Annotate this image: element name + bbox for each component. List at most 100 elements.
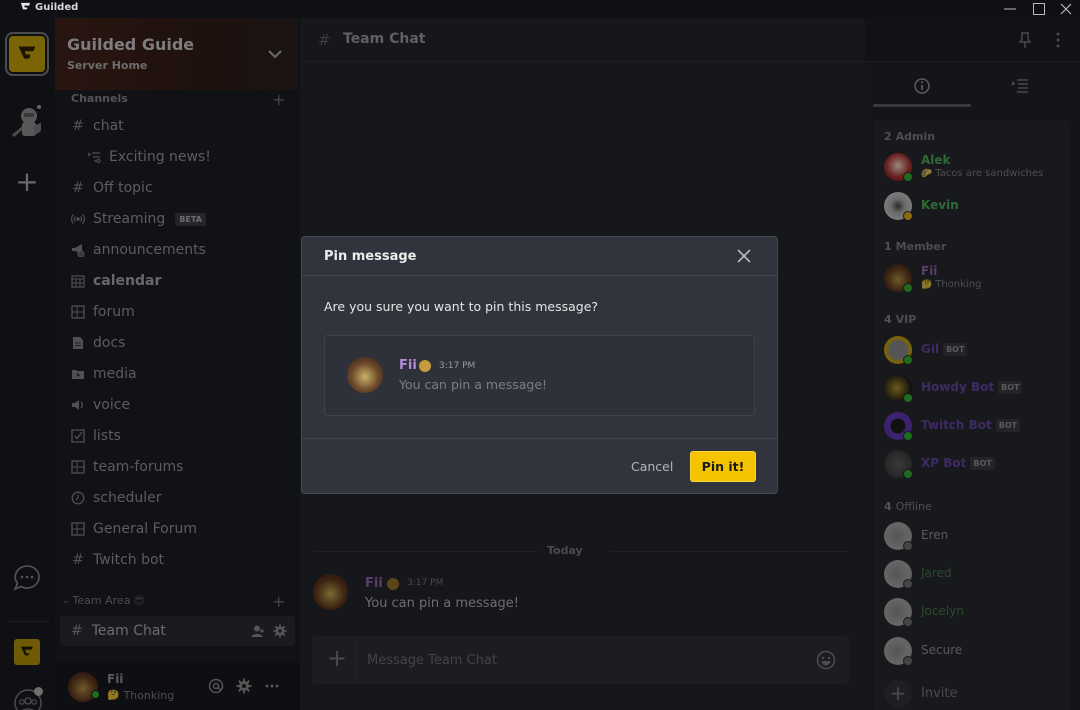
channel-label: forum (93, 304, 135, 320)
channel-team-forums[interactable]: team-forums (71, 456, 183, 478)
hash-icon: # (318, 31, 331, 49)
dialog-title: Pin message (324, 249, 417, 264)
gear-icon[interactable] (273, 624, 287, 638)
pin-it-button[interactable]: Pin it! (690, 451, 756, 482)
group-header-vip: 4 VIP (884, 313, 917, 326)
preview-time: 3:17 PM (439, 361, 476, 371)
guilded-home-button[interactable] (14, 639, 40, 665)
outline-icon[interactable] (1010, 76, 1030, 96)
message-avatar[interactable] (313, 574, 348, 610)
message-author[interactable]: Fii (365, 576, 383, 591)
channel-voice[interactable]: voice (71, 394, 130, 416)
forum-icon (71, 305, 85, 319)
settings-gear-icon[interactable] (236, 678, 252, 694)
message-time: 3:17 PM (407, 578, 444, 588)
beta-badge: BETA (175, 212, 206, 226)
team-area-group[interactable]: ⌄ Team Area 😎 (62, 594, 145, 607)
member-jocelyn[interactable]: Jocelyn (884, 598, 1064, 628)
presence-offline-indicator (903, 579, 913, 589)
member-alek[interactable]: Alek 🌮 Tacos are sandwiches (884, 153, 1064, 183)
direct-messages-button[interactable] (12, 563, 42, 593)
channel-streaming[interactable]: Streaming BETA (71, 208, 206, 230)
add-group-channel-button[interactable]: + (272, 592, 285, 611)
member-xp-bot[interactable]: XP Bot BOT (884, 450, 1064, 480)
message-preview: Fii 3:17 PM You can pin a message! (324, 335, 755, 416)
close-window-button[interactable] (1052, 0, 1080, 18)
channel-twitch-bot[interactable]: # Twitch bot (71, 549, 164, 571)
plus-icon: + (884, 680, 912, 708)
more-horizontal-icon[interactable] (264, 678, 280, 694)
checklist-icon (71, 429, 85, 443)
presence-online-indicator (903, 172, 913, 182)
member-eren[interactable]: Eren (884, 522, 1064, 552)
member-name: Twitch Bot BOT (921, 418, 1021, 432)
attach-plus-icon[interactable]: + (327, 646, 347, 670)
presence-online-indicator (903, 283, 913, 293)
plus-icon: + (272, 592, 286, 611)
member-jared[interactable]: Jared (884, 560, 1064, 590)
hash-icon: # (72, 180, 84, 196)
panel-tabs (873, 62, 1073, 107)
info-icon[interactable] (912, 76, 932, 96)
user-name: Fii (107, 672, 124, 686)
add-member-icon[interactable] (251, 624, 265, 638)
plus-icon: + (15, 165, 39, 198)
status-text: Thonking (123, 689, 175, 702)
more-vertical-icon[interactable] (1053, 32, 1063, 48)
presence-idle-indicator (903, 211, 913, 221)
channel-exciting-news[interactable]: Exciting news! (87, 146, 211, 168)
mention-icon[interactable] (208, 678, 224, 694)
channel-chat[interactable]: # chat (71, 115, 124, 137)
emoji-picker-icon[interactable] (816, 650, 836, 670)
channel-docs[interactable]: docs (71, 332, 125, 354)
add-server-button[interactable]: + (14, 168, 40, 196)
channel-label: docs (93, 335, 126, 351)
chevron-down-icon[interactable] (267, 46, 283, 62)
server-header[interactable]: Guilded Guide Server Home (55, 18, 298, 90)
close-icon[interactable] (736, 248, 752, 264)
channel-forum[interactable]: forum (71, 301, 135, 323)
cancel-button[interactable]: Cancel (631, 459, 673, 474)
bot-badge: BOT (998, 380, 1023, 394)
minimize-button[interactable] (996, 0, 1024, 18)
member-twitch-bot[interactable]: Twitch Bot BOT (884, 412, 1064, 442)
channel-label: Streaming (93, 211, 166, 227)
group-header-admin: 2 Admin (884, 130, 936, 143)
presence-online-indicator (903, 393, 913, 403)
channel-announcements[interactable]: announcements (71, 239, 206, 261)
group-label: Team Area (72, 594, 131, 607)
presence-online-indicator (903, 469, 913, 479)
channel-lists[interactable]: lists (71, 425, 121, 447)
channel-label: team-forums (93, 459, 184, 475)
channel-label: scheduler (93, 490, 162, 506)
channel-off-topic[interactable]: # Off topic (71, 177, 153, 199)
channel-general-forum[interactable]: General Forum (71, 518, 197, 540)
channel-label: media (93, 366, 137, 382)
channel-calendar[interactable]: calendar (71, 270, 161, 292)
app-name: Guilded (35, 2, 79, 13)
hash-icon: # (71, 623, 83, 639)
server-subtitle: Server Home (67, 59, 148, 72)
user-status[interactable]: 🤔 Thonking (107, 689, 174, 702)
member-howdy-bot[interactable]: Howdy Bot BOT (884, 374, 1064, 404)
close-icon (1060, 3, 1072, 15)
channel-team-chat[interactable]: # Team Chat (60, 616, 295, 646)
member-gil[interactable]: Gil BOT (884, 336, 1064, 366)
channel-scheduler[interactable]: scheduler (71, 487, 162, 509)
forum-icon (71, 522, 85, 536)
maximize-icon (1033, 3, 1045, 15)
add-channel-button[interactable]: + (272, 90, 285, 109)
member-fii[interactable]: Fii 🤔 Thonking (884, 264, 1064, 294)
channel-media[interactable]: media (71, 363, 137, 385)
server-guilded-guide[interactable] (5, 32, 49, 76)
member-kevin[interactable]: Kevin (884, 192, 1064, 222)
presence-online-indicator (91, 690, 100, 699)
maximize-button[interactable] (1025, 0, 1053, 18)
channel-label: announcements (93, 242, 206, 258)
pin-icon[interactable] (1018, 32, 1032, 48)
member-secure[interactable]: Secure (884, 637, 1064, 667)
invite-label: Invite (921, 686, 958, 701)
channel-label: voice (93, 397, 131, 413)
server-knight[interactable] (9, 102, 47, 142)
message-input[interactable] (367, 648, 797, 672)
